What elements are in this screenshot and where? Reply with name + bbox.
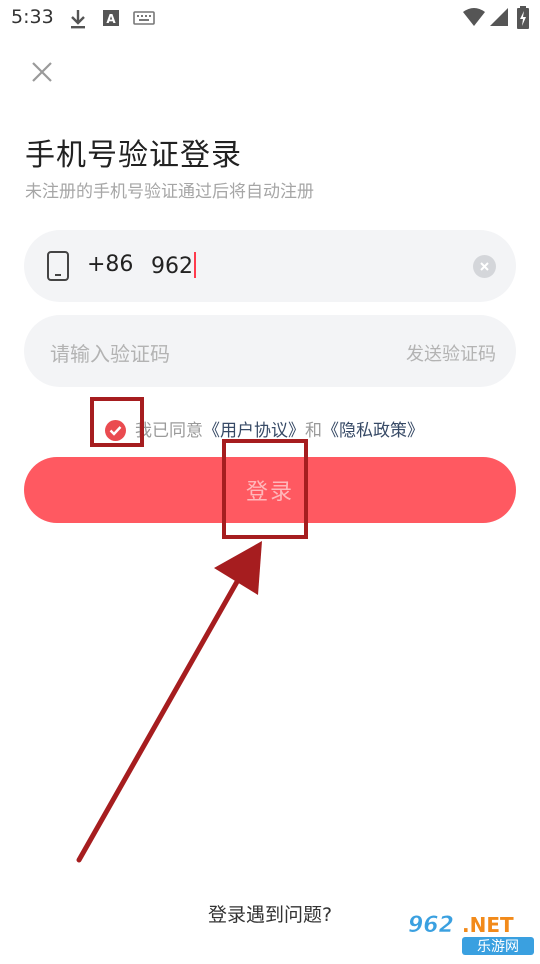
site-watermark: 962 .NET 乐游网 xyxy=(400,908,540,960)
svg-text:962: 962 xyxy=(408,913,454,938)
svg-text:.NET: .NET xyxy=(462,913,514,937)
annotation-arrow xyxy=(76,541,262,863)
svg-text:乐游网: 乐游网 xyxy=(477,939,519,955)
